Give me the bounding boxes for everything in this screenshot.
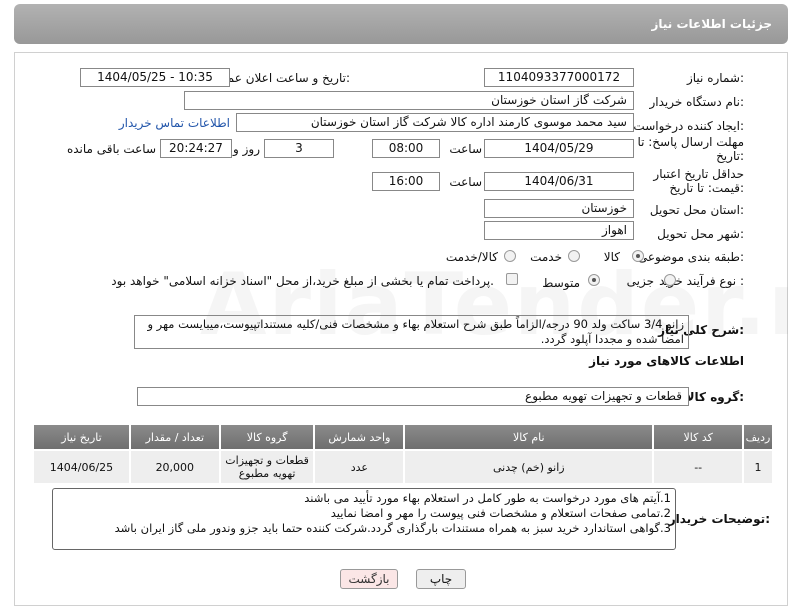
category-radio-both[interactable] bbox=[504, 250, 516, 262]
remaining-label: ساعت باقی مانده bbox=[66, 142, 156, 156]
need-number-label: شماره نیاز: bbox=[686, 71, 744, 85]
price-validity-label: حداقل تاریخ اعتبار قیمت: تا تاریخ: bbox=[653, 167, 744, 195]
print-button[interactable]: چاپ bbox=[416, 569, 466, 589]
city-field: اهواز bbox=[484, 221, 634, 240]
reply-time-field: 08:00 bbox=[372, 139, 440, 158]
items-table-header: ردیف کد کالا نام کالا واحد شمارش گروه کا… bbox=[32, 423, 774, 451]
price-time-label: ساعت bbox=[449, 175, 482, 189]
back-button[interactable]: بازگشت bbox=[340, 569, 398, 589]
cell-group: قطعات و تجهیزات تهویه مطبوع bbox=[218, 449, 316, 485]
treasury-payment-checkbox[interactable] bbox=[506, 273, 518, 285]
goods-info-title: اطلاعات کالاهای مورد نیاز bbox=[589, 354, 744, 368]
category-label: طبقه بندی موضوعی: bbox=[637, 250, 744, 264]
process-radio-minor[interactable] bbox=[664, 274, 676, 286]
category-radio-service[interactable] bbox=[568, 250, 580, 262]
col-unit: واحد شمارش bbox=[313, 423, 406, 451]
category-radio-goods[interactable] bbox=[632, 250, 644, 262]
col-code: کد کالا bbox=[652, 423, 745, 451]
cell-unit: عدد bbox=[313, 449, 406, 485]
province-field: خوزستان bbox=[484, 199, 634, 218]
days-field: 3 bbox=[264, 139, 334, 158]
announce-field: 1404/05/25 - 10:35 bbox=[80, 68, 230, 87]
category-option-service: خدمت bbox=[530, 250, 562, 264]
buyer-org-field: شرکت گاز استان خوزستان bbox=[184, 91, 634, 110]
col-name: نام کالا bbox=[403, 423, 655, 451]
items-table: ردیف کد کالا نام کالا واحد شمارش گروه کا… bbox=[32, 423, 774, 485]
remaining-time-field: 20:24:27 bbox=[160, 139, 232, 158]
reply-time-label: ساعت bbox=[449, 142, 482, 156]
col-quantity: تعداد / مقدار bbox=[128, 423, 221, 451]
table-row: 1 -- زانو (خم) چدنی عدد قطعات و تجهیزات … bbox=[32, 449, 774, 485]
process-radio-medium[interactable] bbox=[588, 274, 600, 286]
process-option-medium: متوسط bbox=[542, 276, 580, 290]
page-title: جزئیات اطلاعات نیاز bbox=[651, 17, 772, 31]
note-line: 1.آیتم های مورد درخواست به طور کامل در ا… bbox=[304, 491, 671, 505]
contact-buyer-link[interactable]: اطلاعات تماس خریدار bbox=[119, 116, 230, 130]
creator-label: ایجاد کننده درخواست: bbox=[633, 119, 744, 133]
col-group: گروه کالا bbox=[218, 423, 316, 451]
cell-row: 1 bbox=[742, 449, 774, 485]
days-label: روز و bbox=[233, 142, 260, 156]
cell-code: -- bbox=[652, 449, 745, 485]
cell-quantity: 20,000 bbox=[128, 449, 221, 485]
process-option-minor: جزیی bbox=[626, 274, 654, 288]
note-line: 3.گواهی استاندارد خرید سبز به همراه مستن… bbox=[114, 521, 671, 535]
reply-date-field: 1404/05/29 bbox=[484, 139, 634, 158]
note-line: 2.تمامی صفحات استعلام و مشخصات فنی پیوست… bbox=[330, 506, 671, 520]
col-row: ردیف bbox=[742, 423, 774, 451]
price-time-field: 16:00 bbox=[372, 172, 440, 191]
col-date: تاریخ نیاز bbox=[32, 423, 131, 451]
creator-field: سید محمد موسوی کارمند اداره کالا شرکت گا… bbox=[236, 113, 634, 132]
buyer-notes-box: 1.آیتم های مورد درخواست به طور کامل در ا… bbox=[52, 488, 676, 550]
goods-group-field: قطعات و تجهیزات تهویه مطبوع bbox=[137, 387, 689, 406]
cell-date: 1404/06/25 bbox=[32, 449, 131, 485]
payment-note: پرداخت تمام یا بخشی از مبلغ خرید،از محل … bbox=[111, 274, 494, 288]
cell-name: زانو (خم) چدنی bbox=[403, 449, 655, 485]
need-number-field: 1104093377000172 bbox=[484, 68, 634, 87]
buyer-org-label: نام دستگاه خریدار: bbox=[649, 95, 745, 109]
reply-deadline-label: مهلت ارسال پاسخ: تا تاریخ: bbox=[637, 135, 744, 163]
notes-label: توضیحات خریدار: bbox=[668, 512, 770, 526]
description-field: زانو 3/4 ساکت ولد 90 درجه/الزاماً طبق شر… bbox=[134, 315, 689, 349]
city-label: شهر محل تحویل: bbox=[657, 227, 744, 241]
category-option-both: کالا/خدمت bbox=[445, 250, 498, 264]
price-date-field: 1404/06/31 bbox=[484, 172, 634, 191]
page-header: جزئیات اطلاعات نیاز bbox=[14, 4, 788, 44]
goods-group-label: گروه کالا: bbox=[685, 390, 744, 404]
province-label: استان محل تحویل: bbox=[649, 203, 744, 217]
category-option-goods: کالا bbox=[603, 250, 620, 264]
